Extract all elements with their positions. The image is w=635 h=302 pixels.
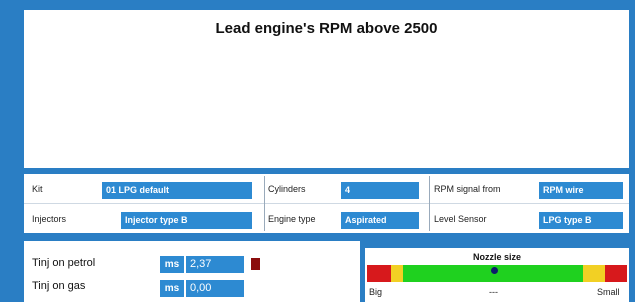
nozzle-center-label: --- xyxy=(489,287,498,297)
parameters-panel: Kit 01 LPG default Cylinders 4 RPM signa… xyxy=(24,174,629,233)
gas-unit: ms xyxy=(160,280,184,297)
rpm-signal-value[interactable]: RPM wire xyxy=(539,182,623,199)
message-panel: Lead engine's RPM above 2500 xyxy=(24,10,629,168)
rpm-signal-label: RPM signal from xyxy=(434,184,501,194)
nozzle-size-panel: Nozzle size Big --- Small xyxy=(365,248,629,302)
level-sensor-value[interactable]: LPG type B xyxy=(539,212,623,229)
gauge-segment-yellow-left xyxy=(391,265,403,282)
gauge-segment-yellow-right xyxy=(583,265,605,282)
gas-label: Tinj on gas xyxy=(32,280,86,292)
petrol-label: Tinj on petrol xyxy=(32,257,96,269)
kit-label: Kit xyxy=(32,184,43,194)
column-divider xyxy=(429,176,430,231)
level-sensor-label: Level Sensor xyxy=(434,214,487,224)
message-title: Lead engine's RPM above 2500 xyxy=(215,20,438,37)
kit-value[interactable]: 01 LPG default xyxy=(102,182,252,199)
row-divider xyxy=(24,203,629,204)
gauge-segment-red-right xyxy=(605,265,627,282)
nozzle-left-label: Big xyxy=(369,287,383,297)
engine-type-value[interactable]: Aspirated xyxy=(341,212,419,229)
gauge-segment-red-left xyxy=(367,265,391,282)
nozzle-title: Nozzle size xyxy=(472,252,521,262)
cylinders-label: Cylinders xyxy=(268,184,306,194)
engine-type-label: Engine type xyxy=(268,214,316,224)
gas-value: 0,00 xyxy=(186,280,244,297)
injectors-value[interactable]: Injector type B xyxy=(121,212,252,229)
petrol-indicator xyxy=(251,258,260,270)
column-divider xyxy=(264,176,265,231)
injectors-label: Injectors xyxy=(32,214,67,224)
petrol-unit: ms xyxy=(160,256,184,273)
nozzle-right-label: Small xyxy=(597,287,620,297)
cylinders-value[interactable]: 4 xyxy=(341,182,419,199)
petrol-value: 2,37 xyxy=(186,256,244,273)
nozzle-marker-icon xyxy=(491,267,498,274)
injection-time-panel: Tinj on petrol ms 2,37 Tinj on gas ms 0,… xyxy=(24,241,360,302)
